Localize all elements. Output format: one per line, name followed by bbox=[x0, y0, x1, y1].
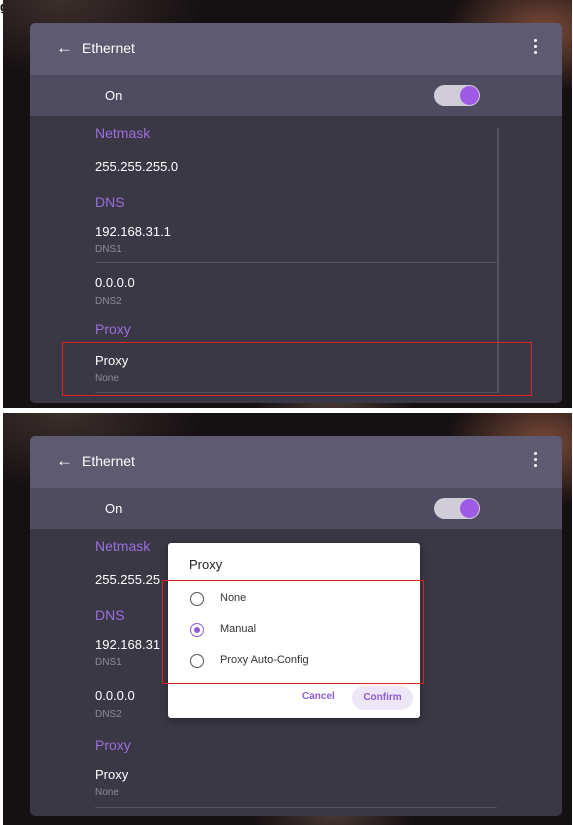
netmask-header: Netmask bbox=[95, 538, 151, 554]
confirm-button[interactable]: Confirm bbox=[352, 686, 413, 710]
ethernet-toggle[interactable] bbox=[434, 85, 480, 106]
dialog-title: Proxy bbox=[189, 557, 223, 572]
dns-header: DNS bbox=[95, 194, 125, 210]
dns1-value[interactable]: 192.168.31.1 bbox=[95, 224, 171, 239]
ethernet-toggle-row[interactable]: On bbox=[30, 75, 562, 116]
ethernet-toggle-row[interactable]: On bbox=[30, 488, 562, 529]
dns2-label: DNS2 bbox=[95, 709, 122, 720]
back-arrow-icon[interactable]: ← bbox=[56, 38, 73, 58]
dns-header: DNS bbox=[95, 607, 125, 623]
window-title: Ethernet bbox=[82, 40, 135, 56]
netmask-header: Netmask bbox=[95, 125, 151, 141]
dns1-value[interactable]: 192.168.31 bbox=[95, 637, 160, 652]
divider bbox=[95, 807, 497, 808]
divider bbox=[95, 262, 497, 263]
highlight-proxy-item bbox=[62, 342, 532, 396]
toggle-knob bbox=[460, 86, 479, 105]
back-arrow-icon[interactable]: ← bbox=[56, 451, 73, 471]
cancel-button[interactable]: Cancel bbox=[302, 691, 335, 702]
highlight-proxy-options bbox=[162, 580, 424, 684]
title-bar: ← Ethernet bbox=[30, 23, 562, 75]
proxy-item-label[interactable]: Proxy bbox=[95, 767, 128, 782]
dns1-label: DNS1 bbox=[95, 657, 122, 668]
more-options-icon[interactable] bbox=[532, 37, 538, 59]
dns2-value[interactable]: 0.0.0.0 bbox=[95, 688, 135, 703]
proxy-header: Proxy bbox=[95, 321, 131, 337]
dns2-label: DNS2 bbox=[95, 296, 122, 307]
netmask-value: 255.255.25 bbox=[95, 572, 161, 587]
proxy-header: Proxy bbox=[95, 737, 131, 753]
dns1-label: DNS1 bbox=[95, 244, 122, 255]
window-title: Ethernet bbox=[82, 453, 135, 469]
ethernet-toggle[interactable] bbox=[434, 498, 480, 519]
netmask-value: 255.255.255.0 bbox=[95, 159, 179, 174]
on-label: On bbox=[105, 88, 123, 103]
toggle-knob bbox=[460, 499, 479, 518]
more-options-icon[interactable] bbox=[532, 450, 538, 472]
proxy-item-value: None bbox=[95, 787, 119, 798]
on-label: On bbox=[105, 501, 123, 516]
title-bar: ← Ethernet bbox=[30, 436, 562, 488]
dns2-value[interactable]: 0.0.0.0 bbox=[95, 275, 135, 290]
